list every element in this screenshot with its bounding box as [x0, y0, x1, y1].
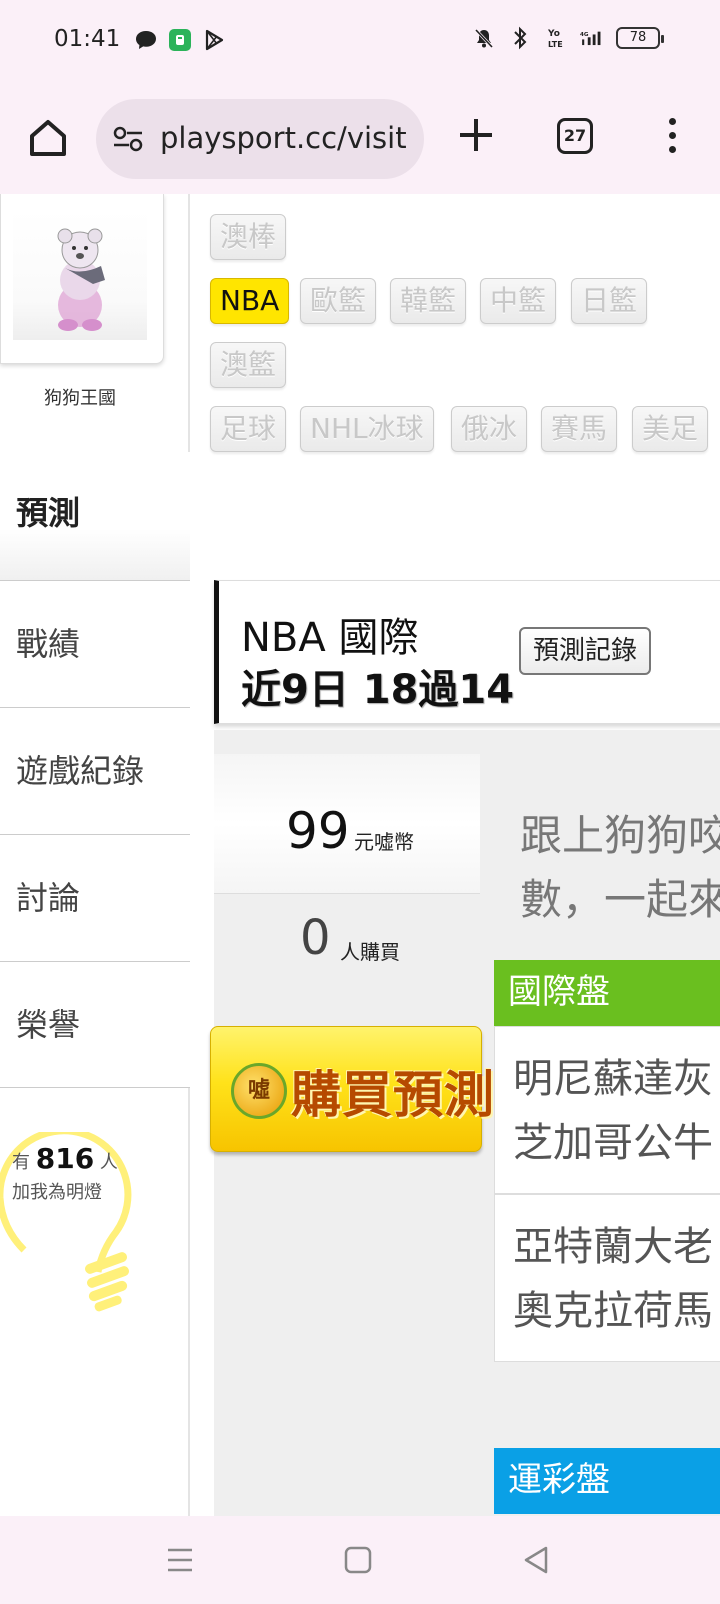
sidebar-item-label: 預測 — [16, 494, 81, 532]
tag-china-basketball[interactable]: 中籃 — [480, 278, 557, 324]
international-market-header: 國際盤 — [494, 960, 720, 1026]
chat-bubble-icon — [134, 28, 158, 52]
overflow-menu-icon[interactable] — [662, 114, 682, 158]
sidebar-item-prediction[interactable]: 預測 — [0, 452, 190, 580]
sidebar-item-label: 討論 — [16, 879, 81, 917]
price-value: 99 — [286, 802, 350, 860]
page-content: 狗狗王國 預測 戰績 遊戲紀錄 討論 榮譽 有 816 人 加我為明燈 澳棒 N… — [0, 194, 720, 1516]
site-settings-icon[interactable] — [112, 125, 144, 153]
sidebar-item-record[interactable]: 戰績 — [0, 580, 190, 707]
system-nav-bar — [0, 1516, 720, 1604]
match-card[interactable]: 明尼蘇達灰 芝加哥公牛 — [494, 1026, 720, 1194]
tag-nba[interactable]: NBA — [210, 278, 290, 324]
prediction-history-button[interactable]: 預測記錄 — [519, 627, 651, 675]
battery-icon: 78 — [616, 27, 664, 49]
mute-bell-icon — [472, 26, 496, 50]
sidebar-item-label: 榮譽 — [16, 1006, 81, 1044]
home-team: 明尼蘇達灰 — [513, 1056, 713, 1102]
svg-text:Yo: Yo — [547, 29, 560, 39]
sidebar-item-label: 戰績 — [16, 625, 81, 663]
recent-apps-icon[interactable] — [164, 1544, 196, 1576]
fans-caption: 加我為明燈 — [12, 1182, 102, 1203]
buyer-count: 0 — [300, 910, 331, 966]
signal-4g-icon: 4G — [580, 26, 604, 50]
coin-icon: 噓 — [231, 1063, 287, 1119]
play-store-icon — [202, 28, 226, 52]
bluetooth-icon — [508, 26, 532, 50]
away-team: 奧克拉荷馬 — [513, 1288, 713, 1334]
profile-name[interactable]: 狗狗王國 — [0, 384, 160, 410]
tag-aus-basketball[interactable]: 澳籃 — [210, 342, 287, 388]
sidebar-item-game-log[interactable]: 遊戲紀錄 — [0, 707, 190, 834]
tag-russia-hockey[interactable]: 俄冰 — [451, 406, 528, 452]
tag-horse-racing[interactable]: 賽馬 — [541, 406, 618, 452]
avatar-card[interactable] — [0, 194, 164, 364]
status-time: 01:41 — [54, 26, 121, 52]
tag-american-football[interactable]: 美足 — [632, 406, 709, 452]
sidebar-item-honor[interactable]: 榮譽 — [0, 961, 190, 1088]
left-sidebar: 狗狗王國 預測 戰績 遊戲紀錄 討論 榮譽 有 816 人 加我為明燈 — [0, 194, 190, 1516]
avatar — [13, 210, 147, 340]
url-text[interactable]: playsport.cc/visit — [160, 121, 408, 155]
tag-soccer[interactable]: 足球 — [210, 406, 287, 452]
league-title: NBA 國際 — [241, 615, 419, 661]
recent-record: 近9日 18過14 — [241, 667, 515, 713]
match-card[interactable]: 亞特蘭大老 奧克拉荷馬 — [494, 1194, 720, 1362]
svg-text:4G: 4G — [580, 32, 589, 38]
promo-line: 跟上狗狗咬 — [520, 811, 720, 860]
tab-switcher-button[interactable]: 27 — [557, 118, 593, 154]
promo-line: 數，一起來 — [520, 875, 720, 924]
browser-toolbar: playsport.cc/visit 27 — [0, 82, 720, 194]
svg-text:LTE: LTE — [548, 40, 563, 49]
away-team: 芝加哥公牛 — [513, 1120, 713, 1166]
back-icon[interactable] — [520, 1544, 552, 1576]
sidebar-item-discussion[interactable]: 討論 — [0, 834, 190, 961]
home-nav-icon[interactable] — [342, 1544, 374, 1576]
buyer-unit: 人購買 — [340, 940, 400, 964]
volte-icon: Yo LTE — [544, 26, 568, 50]
buy-prediction-button[interactable]: 噓 購買預測 — [210, 1026, 494, 1152]
tag-korea-basketball[interactable]: 韓籃 — [390, 278, 467, 324]
home-icon[interactable] — [26, 116, 70, 160]
tag-euro-basketball[interactable]: 歐籃 — [300, 278, 377, 324]
home-team: 亞特蘭大老 — [513, 1224, 713, 1270]
status-bar: 01:41 Yo LTE 4G 78 — [0, 0, 720, 82]
green-app-icon — [168, 28, 192, 52]
price-unit: 元噓幣 — [354, 830, 414, 854]
prediction-summary: NBA 國際 近9日 18過14 預測記錄 — [214, 580, 720, 724]
price-area: 99 元噓幣 — [214, 754, 480, 894]
address-bar[interactable]: playsport.cc/visit — [96, 99, 424, 179]
notification-icons — [134, 28, 226, 52]
sidebar-item-label: 遊戲紀錄 — [16, 752, 145, 790]
fans-prefix: 有 — [12, 1152, 30, 1173]
tag-japan-basketball[interactable]: 日籃 — [571, 278, 648, 324]
promo-text: 跟上狗狗咬 數，一起來 — [520, 804, 720, 932]
new-tab-icon[interactable] — [456, 115, 496, 155]
fans-number: 816 — [35, 1142, 95, 1175]
fans-count: 有 816 人 — [12, 1142, 118, 1175]
fans-suffix: 人 — [99, 1152, 118, 1173]
lottery-market-header: 運彩盤 — [494, 1448, 720, 1514]
system-icons: Yo LTE 4G 78 — [472, 26, 664, 50]
tag-aus-baseball[interactable]: 澳棒 — [210, 214, 287, 260]
tag-nhl[interactable]: NHL冰球 — [300, 406, 434, 452]
buy-prediction-label: 購買預測 — [291, 1066, 495, 1124]
